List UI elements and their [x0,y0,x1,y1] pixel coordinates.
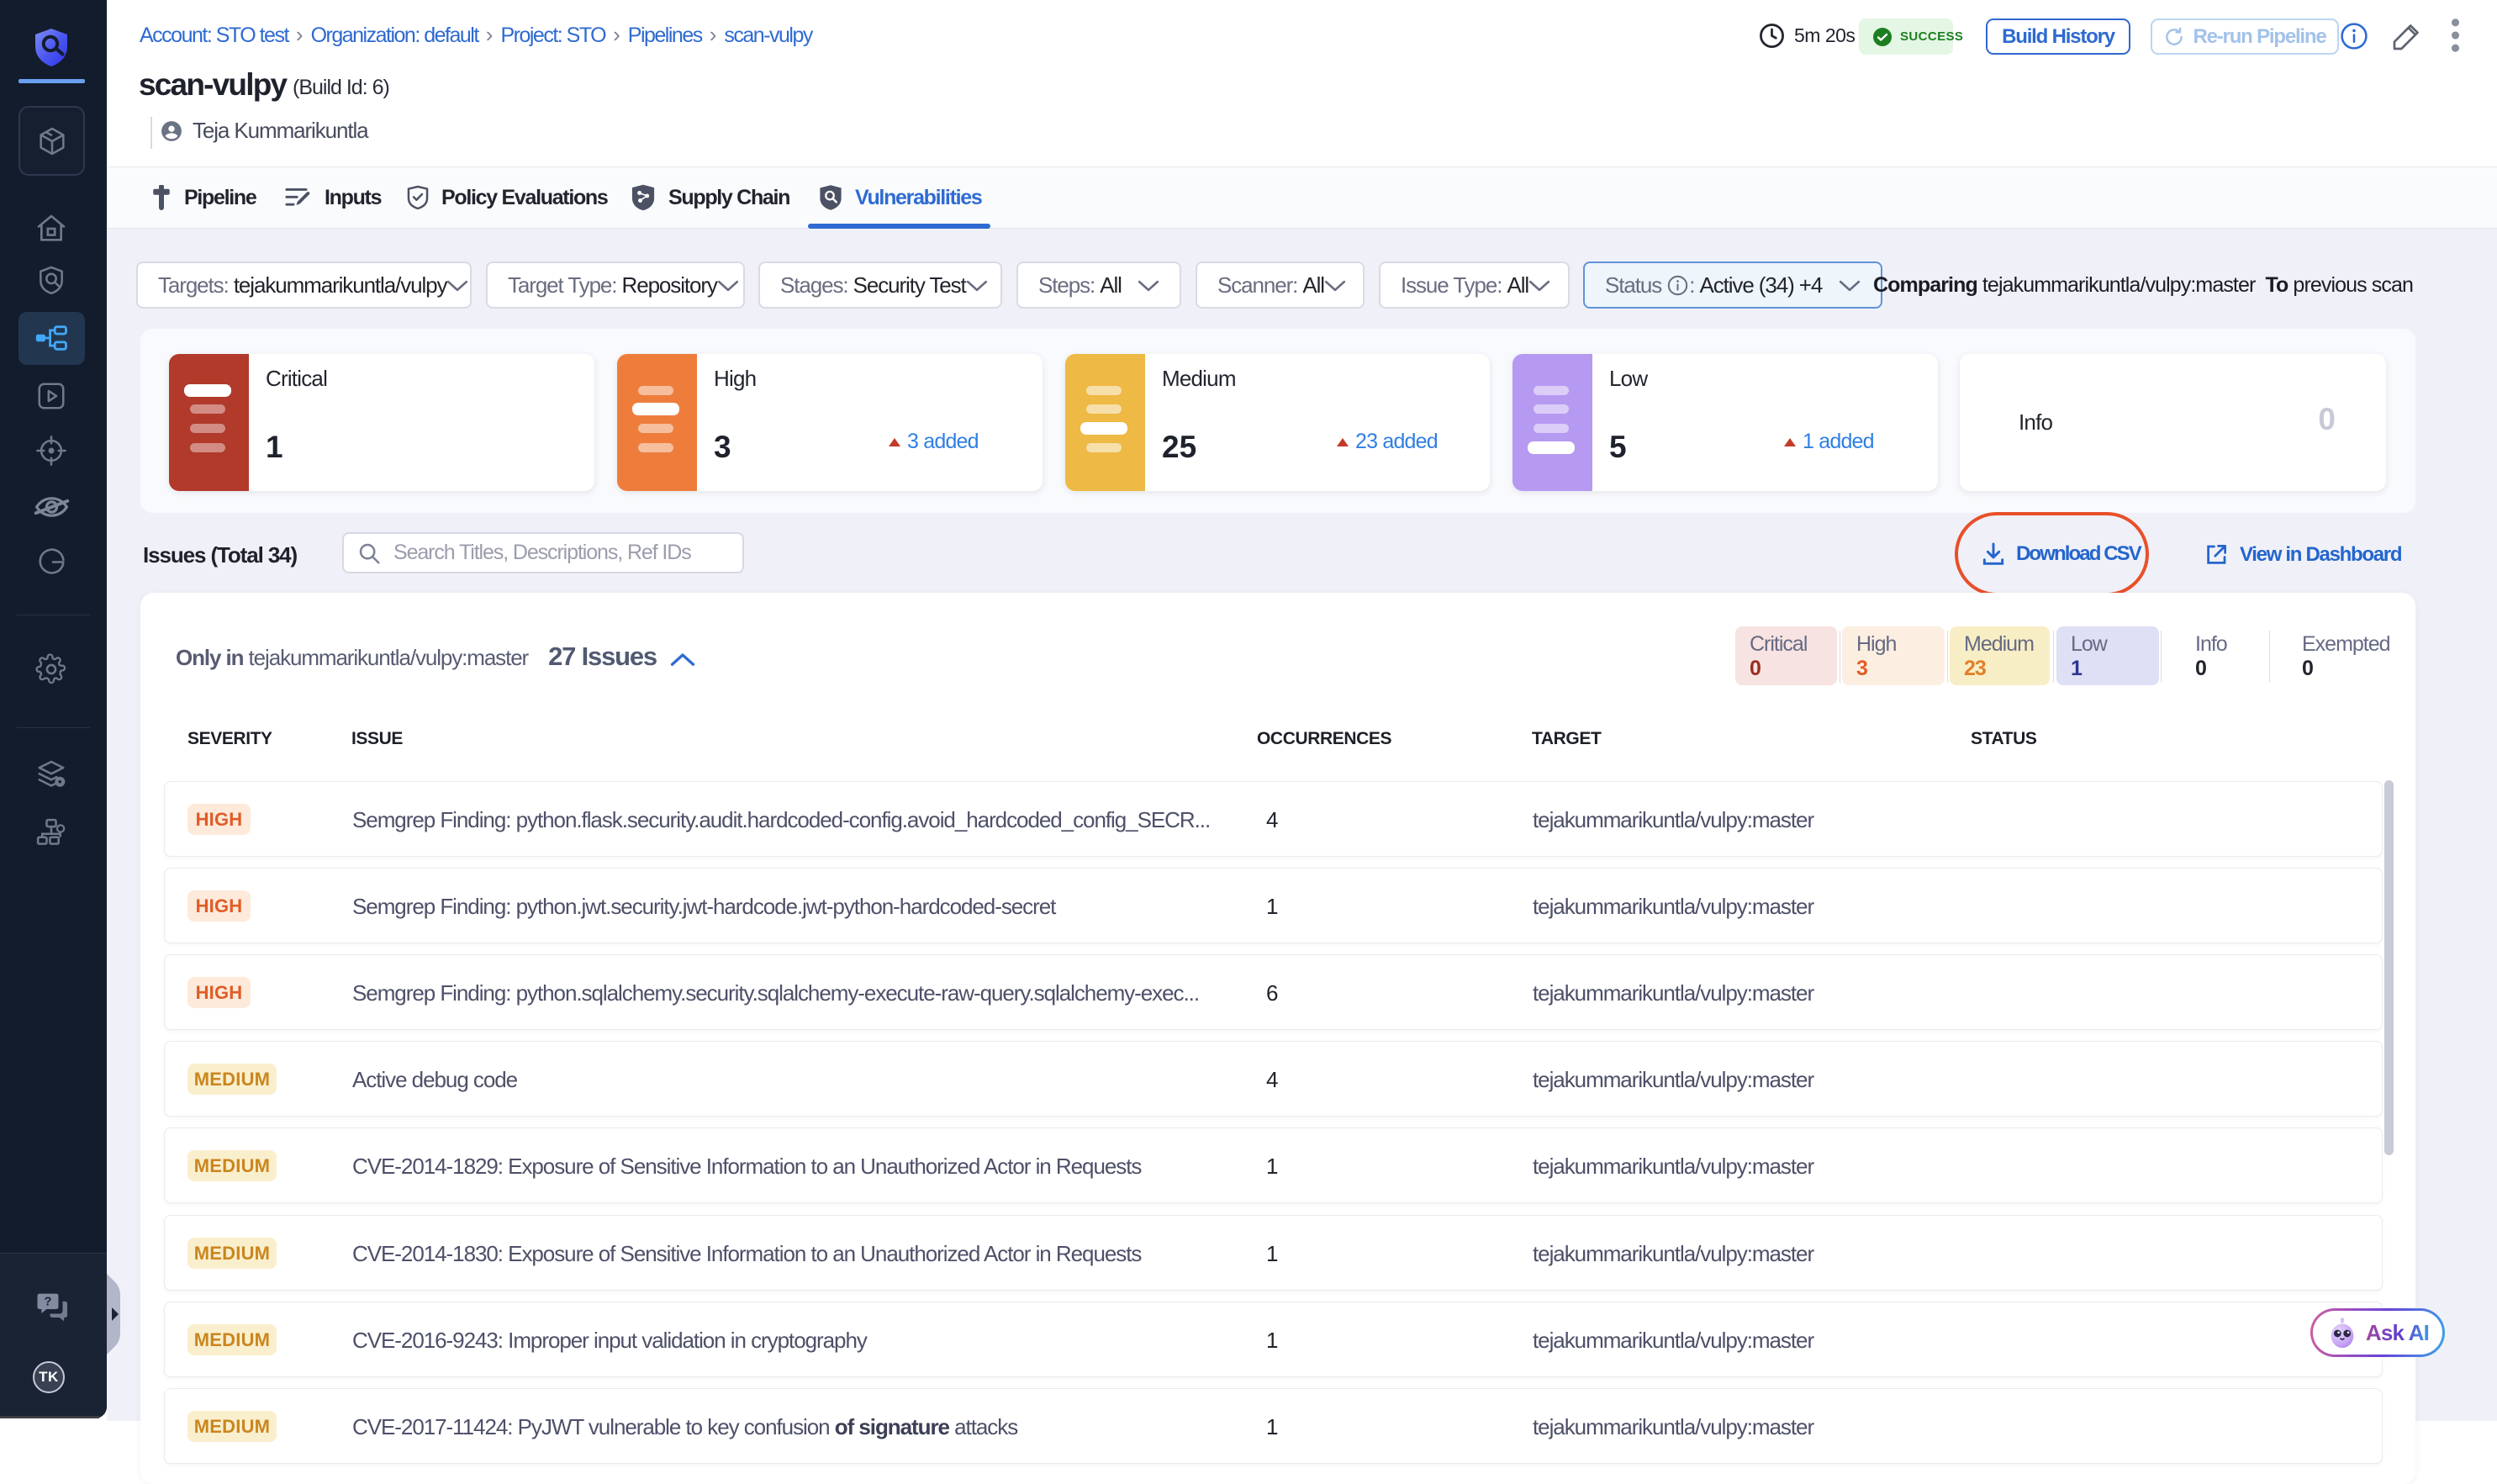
svg-text:?: ? [44,1295,51,1309]
